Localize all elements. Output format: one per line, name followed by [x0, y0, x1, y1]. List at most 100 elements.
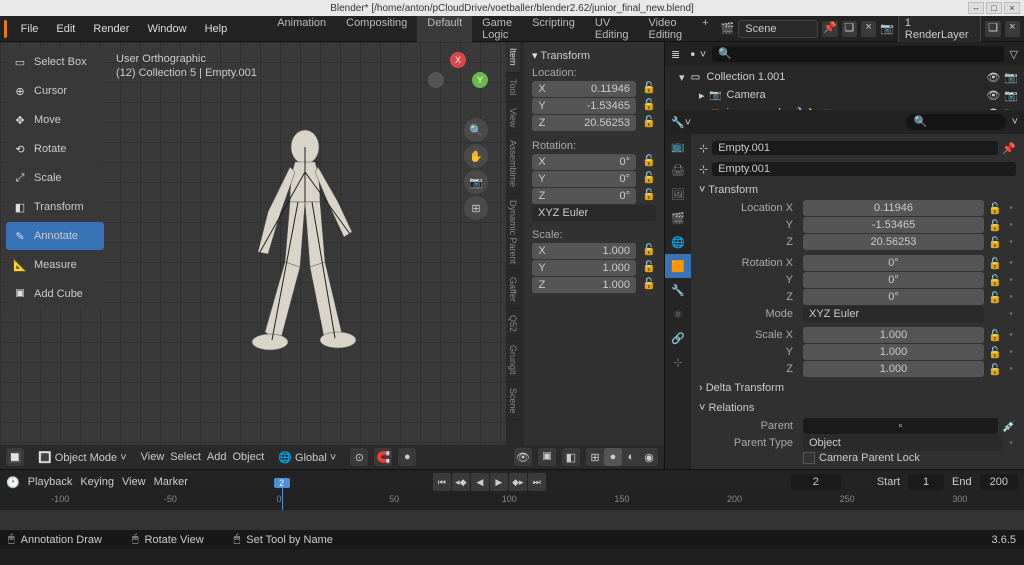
npanel-tab-item[interactable]: Item [506, 42, 520, 73]
npanel-tab-tool[interactable]: Tool [506, 73, 520, 103]
render-icon[interactable]: 📷 [1004, 71, 1018, 84]
menu-render[interactable]: Render [85, 19, 137, 39]
scene-delete-icon[interactable]: × [861, 21, 876, 37]
npanel-transform-header[interactable]: ▾ Transform [532, 46, 656, 65]
tool-annotate[interactable]: ✎Annotate [6, 222, 104, 250]
menu-file[interactable]: File [13, 19, 47, 39]
gizmo-x-icon[interactable]: X [450, 52, 466, 68]
minimize-button[interactable]: – [968, 2, 984, 14]
hide-icon[interactable]: 👁 [986, 89, 1000, 102]
close-button[interactable]: × [1004, 2, 1020, 14]
lock-icon[interactable]: 🔓 [642, 115, 656, 132]
current-frame-field[interactable]: 2 [791, 474, 841, 490]
lock-icon[interactable]: 🔓 [988, 346, 1002, 359]
prop-rot-y[interactable]: 0° [803, 272, 984, 288]
play-reverse-icon[interactable]: ◀ [471, 473, 489, 491]
play-icon[interactable]: ▶ [490, 473, 508, 491]
pin-icon[interactable]: 📌 [1002, 142, 1016, 155]
location-x-field[interactable]: X0.11946 [532, 81, 636, 97]
tab-add[interactable]: + [692, 13, 718, 45]
prop-scale-y[interactable]: 1.000 [803, 344, 984, 360]
breadcrumb-object[interactable]: Empty.001 [712, 141, 998, 155]
mode-select[interactable]: 🔳 Object Mode ˅ [30, 449, 135, 466]
viewlayer-delete-icon[interactable]: × [1005, 21, 1020, 37]
lock-icon[interactable]: 🔓 [642, 98, 656, 115]
jump-end-icon[interactable]: ⏭ [528, 473, 546, 491]
npanel-tab-view[interactable]: View [506, 102, 520, 134]
tool-select-box[interactable]: ▭Select Box [6, 48, 104, 76]
npanel-tab-scene[interactable]: Scene [506, 382, 520, 421]
outliner-display-icon[interactable]: ▫️˅ [686, 48, 706, 61]
npanel-tab-gaffer[interactable]: Gaffer [506, 271, 520, 309]
animate-dot-icon[interactable]: • [1006, 437, 1016, 449]
prop-loc-x[interactable]: 0.11946 [803, 200, 984, 216]
gizmo-neg-icon[interactable] [428, 72, 444, 88]
outliner-tree[interactable]: ▾▭Collection 1.001👁📷 ▸📷Camera👁📷 ▸▽jonesy… [665, 66, 1024, 110]
outliner-row-camera[interactable]: ▸📷Camera👁📷 [665, 86, 1024, 104]
end-frame-field[interactable]: 200 [980, 474, 1018, 490]
animate-dot-icon[interactable]: • [1006, 274, 1016, 286]
ptab-modifiers[interactable]: 🔧 [665, 278, 691, 302]
character-mesh[interactable] [230, 122, 380, 422]
npanel-tab-grungit[interactable]: Grungit [506, 339, 520, 382]
viewlayer-new-icon[interactable]: ❏ [985, 21, 1000, 37]
timeline-marker[interactable]: Marker [154, 476, 188, 488]
animate-dot-icon[interactable]: • [1006, 257, 1016, 269]
zoom-icon[interactable]: 🔍 [464, 118, 488, 142]
lock-icon[interactable]: 🔓 [642, 81, 656, 98]
viewport-menu-add[interactable]: Add [207, 451, 227, 463]
ptab-render[interactable]: 📺 [665, 134, 691, 158]
keyframe-next-icon[interactable]: ◆▸ [509, 473, 527, 491]
animate-dot-icon[interactable]: • [1006, 202, 1016, 214]
lock-icon[interactable]: 🔓 [642, 277, 656, 294]
npanel-tab-assemblme[interactable]: Assemblme [506, 134, 520, 194]
solid-shading-icon[interactable]: ● [604, 448, 622, 466]
timeline-editor-icon[interactable]: 🕐 [6, 476, 20, 489]
gizmo-toggle-icon[interactable]: 👁 [514, 448, 532, 466]
npanel-tab-q52[interactable]: Q52 [506, 309, 520, 339]
tab-uvediting[interactable]: UV Editing [585, 13, 639, 45]
ptab-object[interactable]: 🟧 [665, 254, 691, 278]
panel-relations-header[interactable]: ˅ Relations [699, 398, 1016, 418]
tab-animation[interactable]: Animation [267, 13, 336, 45]
timeline-playback[interactable]: Playback [28, 476, 73, 488]
tool-scale[interactable]: ⤢Scale [6, 164, 104, 192]
npanel-tab-dynparent[interactable]: Dynamic Parent [506, 194, 520, 271]
parent-type-select[interactable]: Object [803, 435, 1002, 451]
options-icon[interactable]: ˅ [1012, 116, 1018, 128]
keyframe-prev-icon[interactable]: ◂◆ [452, 473, 470, 491]
ptab-constraints[interactable]: 🔗 [665, 326, 691, 350]
tool-measure[interactable]: 📐Measure [6, 251, 104, 279]
maximize-button[interactable]: □ [986, 2, 1002, 14]
lock-icon[interactable]: 🔓 [988, 257, 1002, 270]
timeline-view[interactable]: View [122, 476, 146, 488]
tool-add-cube[interactable]: 🞕Add Cube [6, 280, 104, 308]
rotation-x-field[interactable]: X0° [532, 154, 636, 170]
rotation-y-field[interactable]: Y0° [532, 171, 636, 187]
wireframe-shading-icon[interactable]: ⊞ [586, 448, 604, 466]
animate-dot-icon[interactable]: • [1006, 346, 1016, 358]
xray-icon[interactable]: ◧ [562, 448, 580, 466]
disclosure-icon[interactable]: ▾ [679, 71, 685, 84]
camera-parent-lock-checkbox[interactable] [803, 452, 815, 464]
viewport-menu-select[interactable]: Select [170, 451, 201, 463]
blender-logo-icon[interactable] [4, 20, 7, 38]
pan-icon[interactable]: ✋ [464, 144, 488, 168]
scale-x-field[interactable]: X1.000 [532, 243, 636, 259]
navigation-gizmo[interactable]: Z X Y [428, 52, 488, 112]
prop-rotation-mode[interactable]: XYZ Euler [803, 306, 984, 322]
animate-dot-icon[interactable]: • [1006, 329, 1016, 341]
disclosure-icon[interactable]: ▸ [699, 89, 705, 102]
menu-help[interactable]: Help [197, 19, 236, 39]
menu-window[interactable]: Window [139, 19, 194, 39]
properties-editor-icon[interactable]: 🔧˅ [671, 116, 691, 129]
object-name-field[interactable]: Empty.001 [712, 162, 1016, 176]
location-y-field[interactable]: Y-1.53465 [532, 98, 636, 114]
orientation-select[interactable]: 🌐 Global ˅ [270, 449, 344, 466]
lock-icon[interactable]: 🔓 [988, 274, 1002, 287]
lock-icon[interactable]: 🔓 [642, 260, 656, 277]
3d-viewport[interactable]: ▭Select Box ⊕Cursor ✥Move ⟲Rotate ⤢Scale… [0, 42, 664, 469]
lock-icon[interactable]: 🔓 [988, 329, 1002, 342]
lock-icon[interactable]: 🔓 [988, 219, 1002, 232]
panel-delta-header[interactable]: › Delta Transform [699, 378, 1016, 398]
